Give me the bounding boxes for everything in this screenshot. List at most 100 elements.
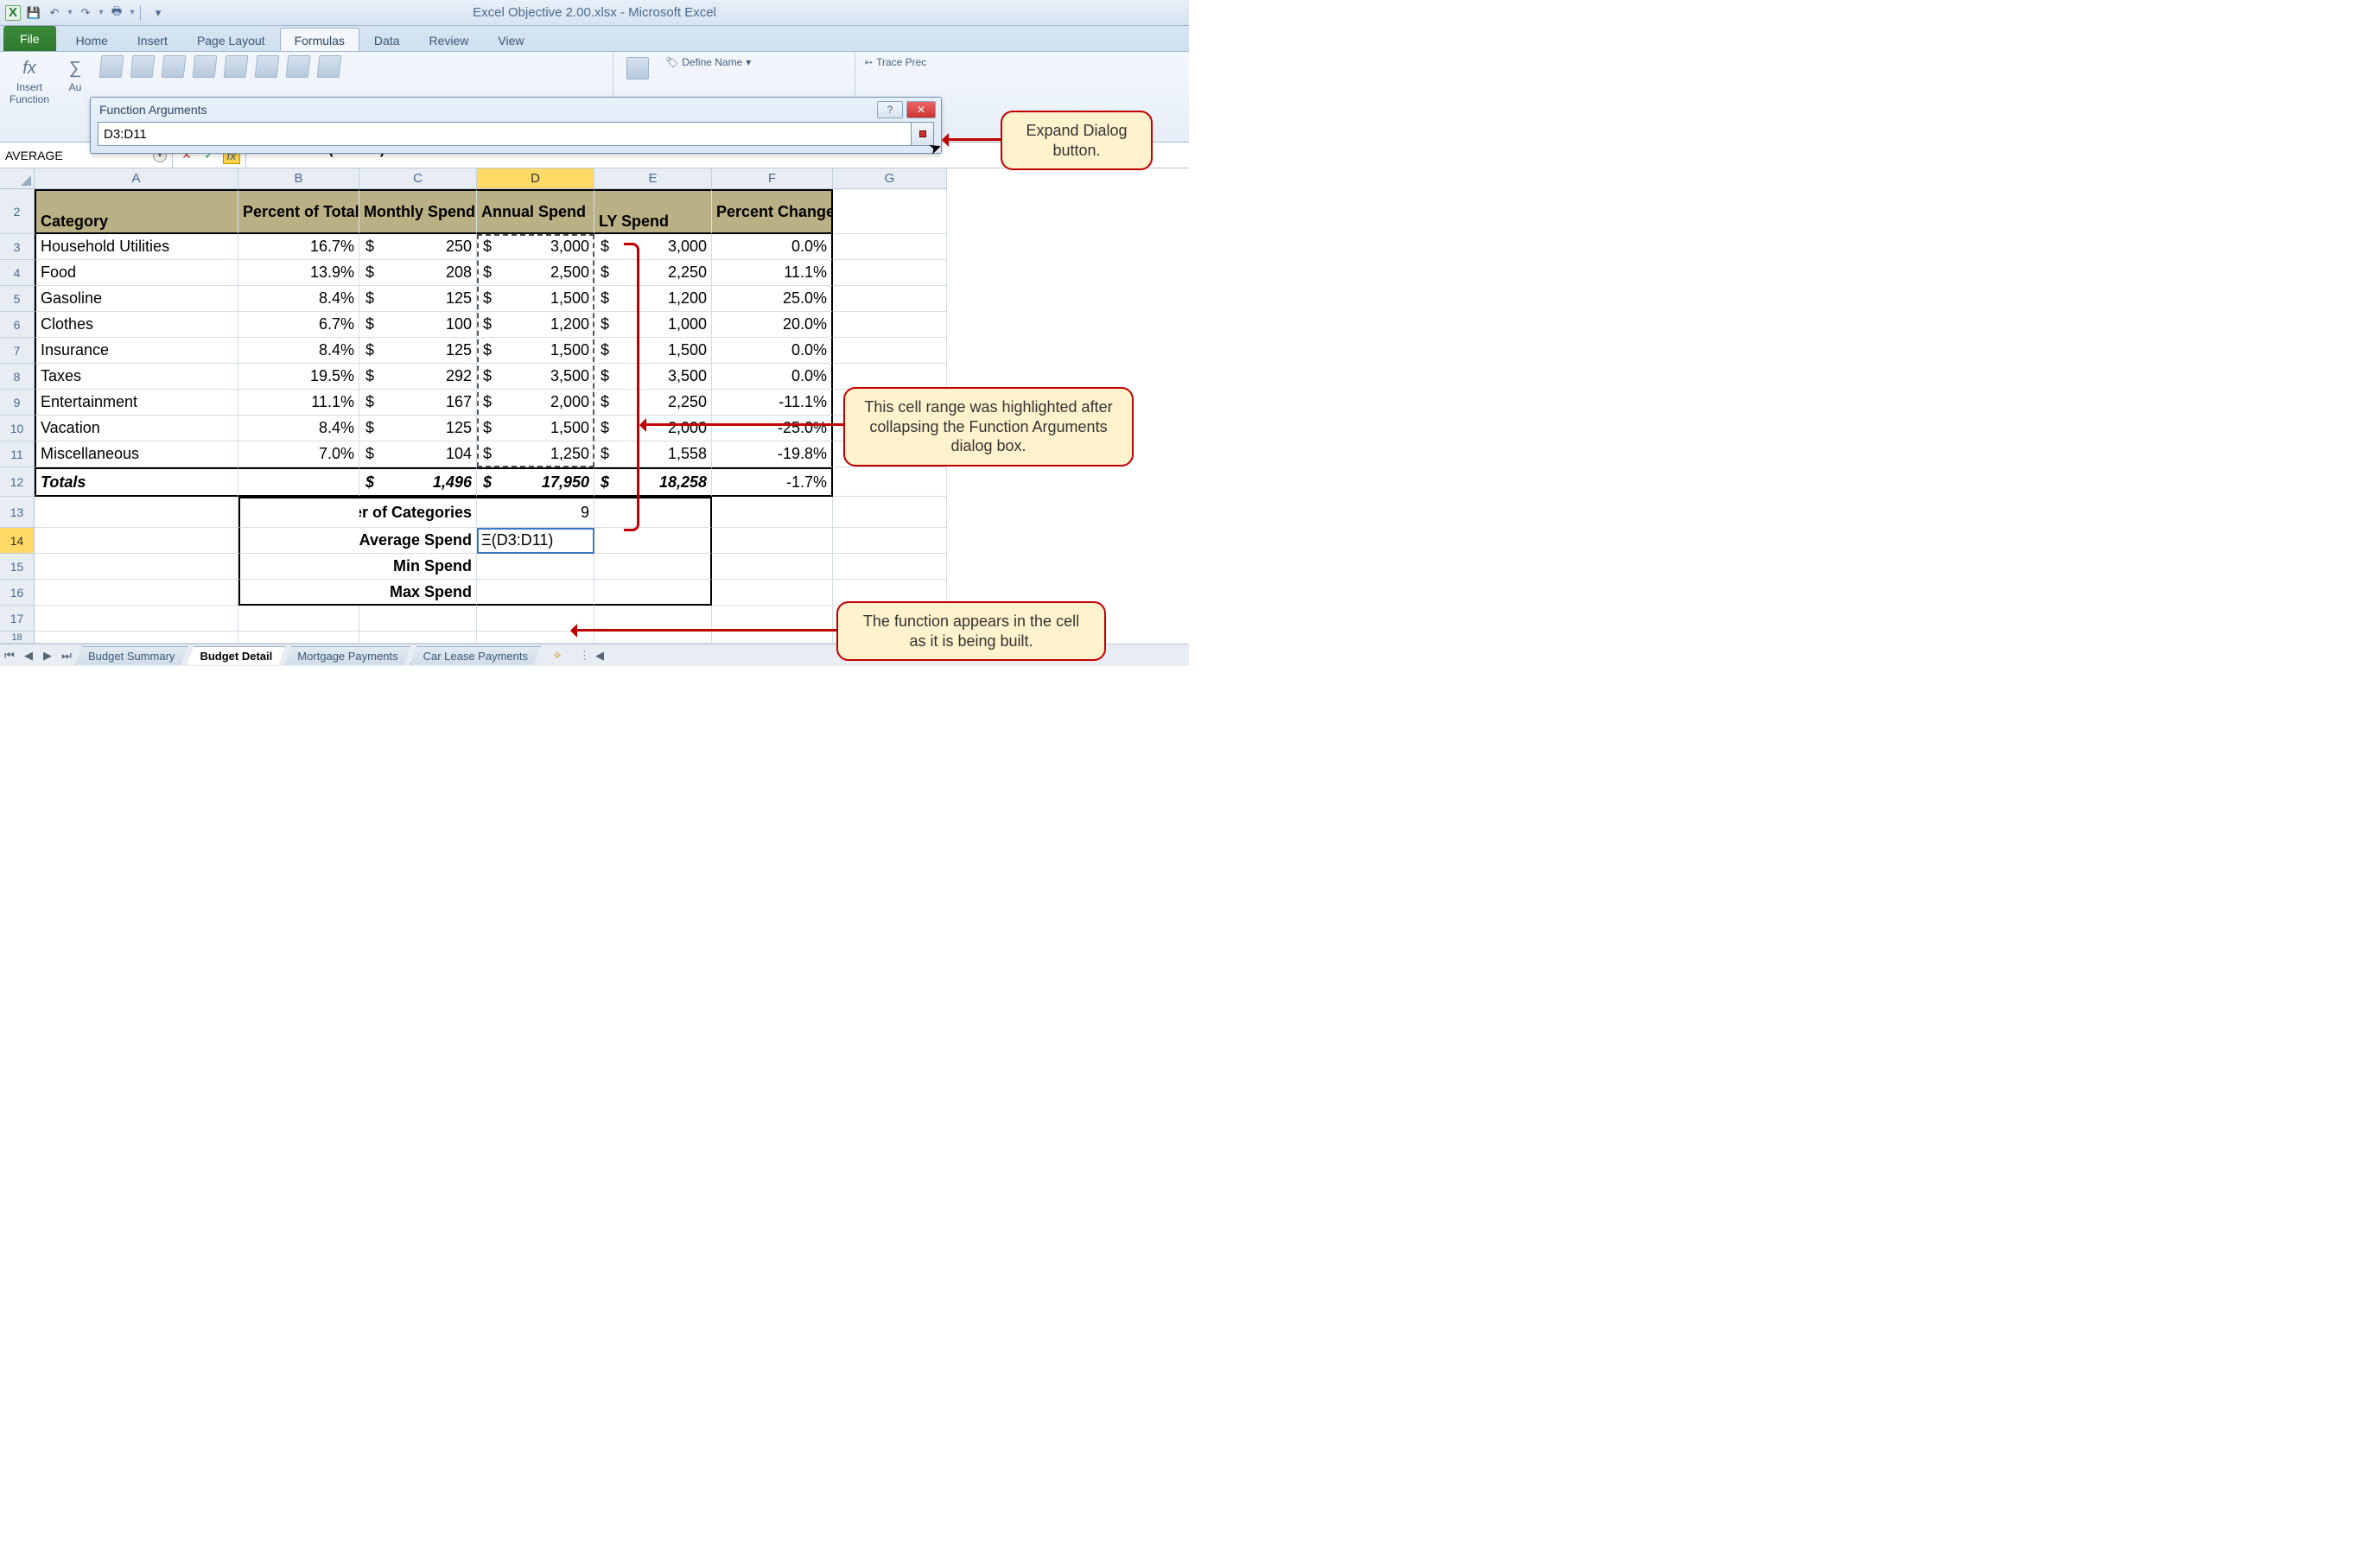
- define-name-button[interactable]: 🏷 Define Name ▾: [662, 55, 754, 69]
- num-categories-label-part[interactable]: [238, 497, 359, 528]
- cell-ly[interactable]: $3,000: [594, 234, 712, 260]
- row-header[interactable]: 16: [0, 580, 35, 606]
- cell-empty[interactable]: [833, 497, 947, 528]
- cell-empty[interactable]: [833, 189, 947, 234]
- col-header-c[interactable]: C: [359, 168, 477, 189]
- math-trig-icon[interactable]: [286, 55, 311, 78]
- row-header[interactable]: 4: [0, 260, 35, 286]
- tab-insert[interactable]: Insert: [123, 28, 182, 51]
- cell-change[interactable]: 0.0%: [712, 338, 833, 364]
- cell-category[interactable]: Food: [35, 260, 238, 286]
- cell-empty[interactable]: [594, 632, 712, 644]
- cell-empty[interactable]: [712, 606, 833, 632]
- cell-ly[interactable]: $1,000: [594, 312, 712, 338]
- cell-monthly[interactable]: $208: [359, 260, 477, 286]
- cell-empty[interactable]: [833, 338, 947, 364]
- cell-change[interactable]: -19.8%: [712, 441, 833, 467]
- save-icon[interactable]: 💾: [26, 5, 41, 21]
- redo-icon[interactable]: ↷: [78, 5, 93, 21]
- cell-percent-total[interactable]: 8.4%: [238, 416, 359, 441]
- cell-empty[interactable]: [35, 606, 238, 632]
- cell-percent-total[interactable]: 16.7%: [238, 234, 359, 260]
- cell-monthly[interactable]: $125: [359, 286, 477, 312]
- cell-empty[interactable]: [594, 580, 712, 606]
- autosum-button[interactable]: ∑ Au: [59, 55, 92, 93]
- tab-formulas[interactable]: Formulas: [280, 28, 359, 51]
- cell-monthly[interactable]: $292: [359, 364, 477, 390]
- totals-ly[interactable]: $18,258: [594, 467, 712, 497]
- text-icon[interactable]: [193, 55, 218, 78]
- min-spend-label-part[interactable]: [238, 554, 359, 580]
- more-functions-icon[interactable]: [317, 55, 342, 78]
- sheet-nav-prev-button[interactable]: ◀: [20, 647, 37, 664]
- cell-empty[interactable]: [712, 580, 833, 606]
- cell-percent-total[interactable]: 7.0%: [238, 441, 359, 467]
- cell-category[interactable]: Clothes: [35, 312, 238, 338]
- cell-change[interactable]: 11.1%: [712, 260, 833, 286]
- cell-empty[interactable]: [594, 497, 712, 528]
- col-header-g[interactable]: G: [833, 168, 947, 189]
- sheet-tab-detail[interactable]: Budget Detail: [187, 646, 285, 665]
- dialog-help-button[interactable]: ?: [877, 101, 903, 118]
- header-ly-spend[interactable]: LY Spend: [594, 189, 712, 234]
- customize-qat-icon[interactable]: ▾: [150, 5, 166, 21]
- trace-precedents-button[interactable]: ➳ Trace Prec: [861, 55, 930, 69]
- num-categories-label[interactable]: Number of Categories: [359, 497, 477, 528]
- cell-empty[interactable]: [35, 632, 238, 644]
- cell-percent-total[interactable]: 8.4%: [238, 338, 359, 364]
- tab-data[interactable]: Data: [359, 28, 415, 51]
- cell-ly[interactable]: $1,558: [594, 441, 712, 467]
- date-time-icon[interactable]: [224, 55, 249, 78]
- function-arguments-dialog[interactable]: Function Arguments ? ✕ ➤: [90, 97, 942, 154]
- cell-empty[interactable]: [712, 528, 833, 554]
- cell-category[interactable]: Vacation: [35, 416, 238, 441]
- cell-percent-total[interactable]: 11.1%: [238, 390, 359, 416]
- cell-percent-total[interactable]: 6.7%: [238, 312, 359, 338]
- totals-change[interactable]: -1.7%: [712, 467, 833, 497]
- cell-empty[interactable]: [594, 554, 712, 580]
- logical-icon[interactable]: [162, 55, 187, 78]
- row-header[interactable]: 2: [0, 189, 35, 234]
- tab-view[interactable]: View: [483, 28, 538, 51]
- sheet-tab-mortgage[interactable]: Mortgage Payments: [284, 646, 410, 665]
- cell-empty[interactable]: [833, 234, 947, 260]
- cell-annual[interactable]: $1,500: [477, 416, 594, 441]
- cell-empty[interactable]: [712, 497, 833, 528]
- header-monthly-spend[interactable]: Monthly Spend: [359, 189, 477, 234]
- undo-icon[interactable]: ↶: [47, 5, 62, 21]
- cell-empty[interactable]: [359, 606, 477, 632]
- row-header[interactable]: 10: [0, 416, 35, 441]
- cell-empty[interactable]: [833, 312, 947, 338]
- avg-spend-cell-editing[interactable]: Ξ(D3:D11): [477, 528, 594, 554]
- row-header[interactable]: 8: [0, 364, 35, 390]
- cell-empty[interactable]: [238, 632, 359, 644]
- row-header[interactable]: 14: [0, 528, 35, 554]
- cell-empty[interactable]: [35, 580, 238, 606]
- col-header-a[interactable]: A: [35, 168, 238, 189]
- cell-percent-total[interactable]: 8.4%: [238, 286, 359, 312]
- cell-annual[interactable]: $3,000: [477, 234, 594, 260]
- tab-page-layout[interactable]: Page Layout: [182, 28, 280, 51]
- sheet-tab-summary[interactable]: Budget Summary: [75, 646, 187, 665]
- cell-ly[interactable]: $2,000: [594, 416, 712, 441]
- col-header-b[interactable]: B: [238, 168, 359, 189]
- cell-empty[interactable]: [712, 632, 833, 644]
- cell-empty[interactable]: [238, 606, 359, 632]
- cell-empty[interactable]: [833, 528, 947, 554]
- totals-annual[interactable]: $17,950: [477, 467, 594, 497]
- cell-empty[interactable]: [833, 260, 947, 286]
- row-header[interactable]: 7: [0, 338, 35, 364]
- cell-empty[interactable]: [35, 497, 238, 528]
- row-header[interactable]: 6: [0, 312, 35, 338]
- sheet-nav-last-button[interactable]: ⏭: [58, 647, 75, 664]
- cell-empty[interactable]: [359, 632, 477, 644]
- cell-change[interactable]: -25.0%: [712, 416, 833, 441]
- recently-used-icon[interactable]: [99, 55, 124, 78]
- sheet-tab-carlease[interactable]: Car Lease Payments: [410, 646, 541, 665]
- cell-annual[interactable]: $1,200: [477, 312, 594, 338]
- select-all-corner[interactable]: [0, 168, 35, 189]
- new-sheet-button[interactable]: ✧: [546, 647, 569, 664]
- function-argument-input[interactable]: [98, 122, 912, 146]
- cell-change[interactable]: 20.0%: [712, 312, 833, 338]
- cell-annual[interactable]: $1,250: [477, 441, 594, 467]
